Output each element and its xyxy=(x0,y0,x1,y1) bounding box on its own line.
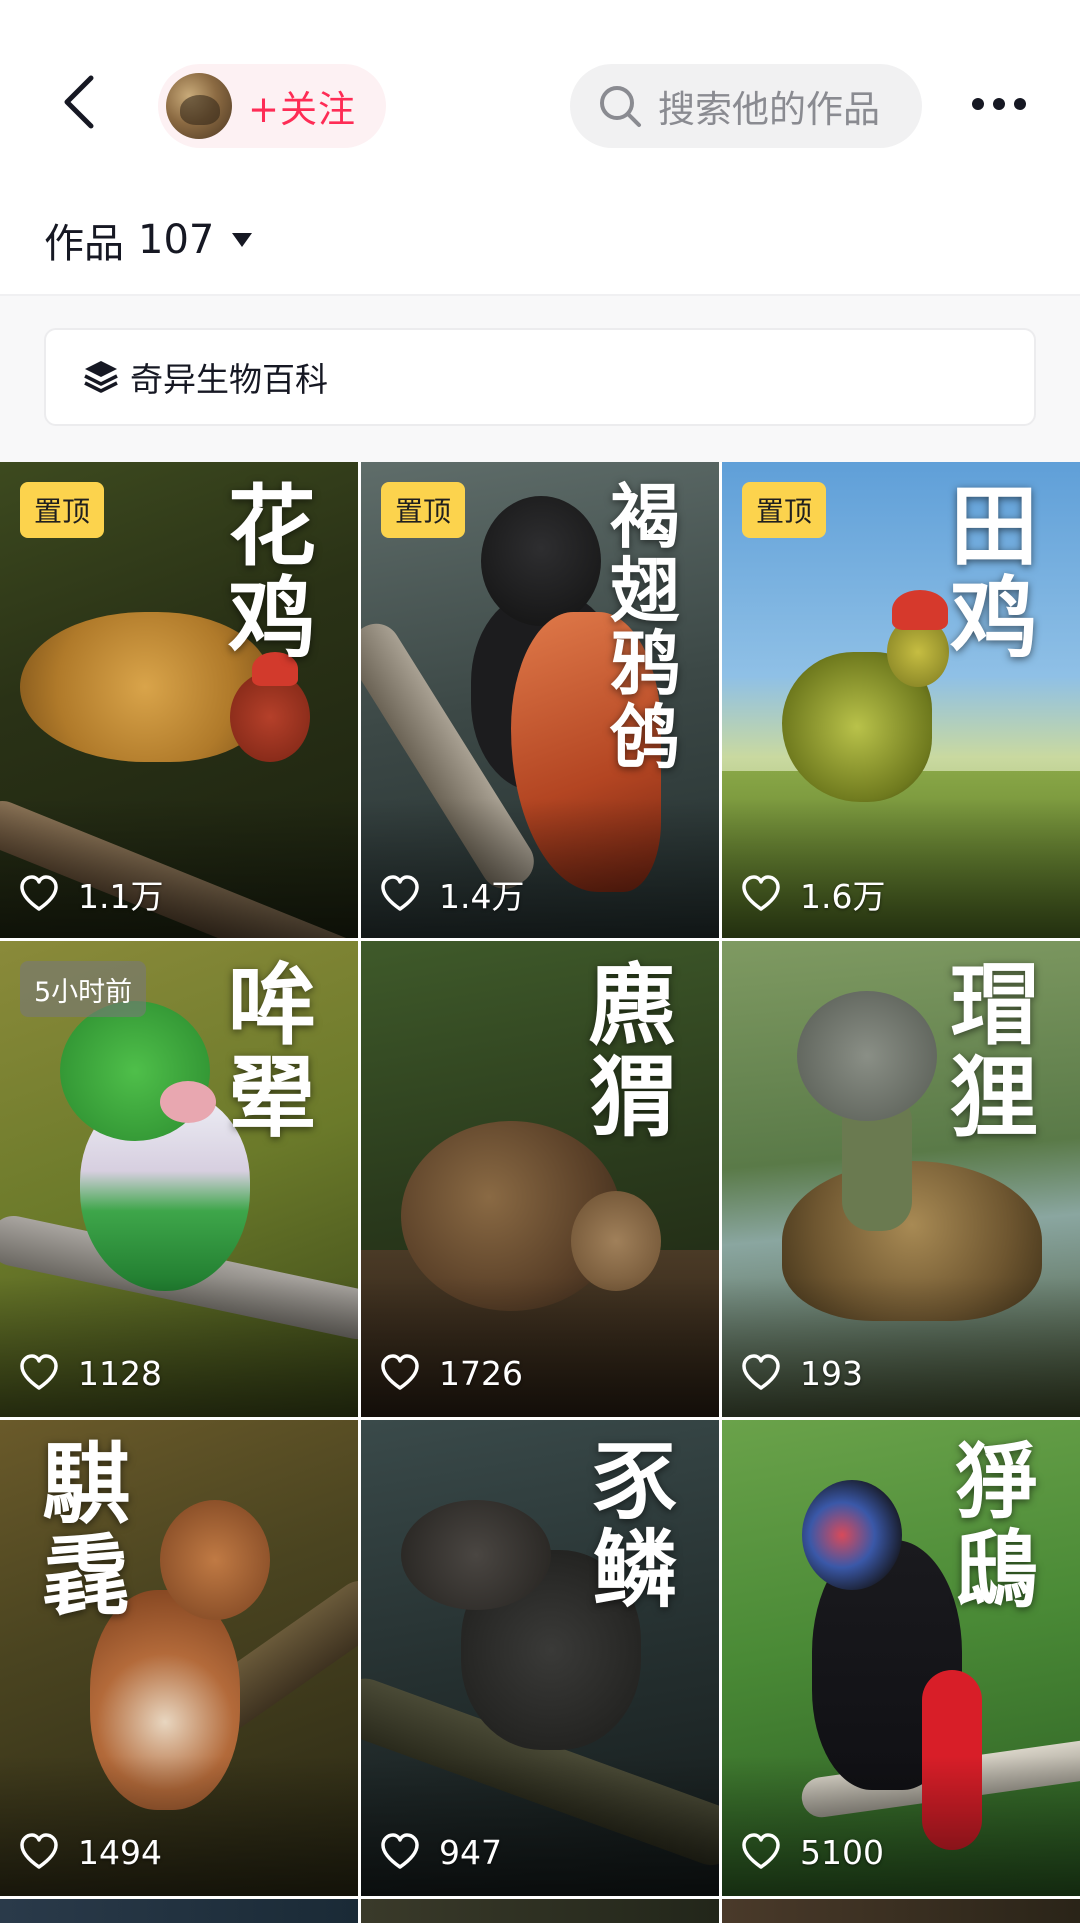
like-count: 1128 xyxy=(18,1345,162,1401)
layers-icon xyxy=(84,361,118,393)
like-count: 1494 xyxy=(18,1824,162,1880)
pinned-badge: 置顶 xyxy=(20,482,105,538)
caret-down-icon xyxy=(232,233,253,247)
creature-head xyxy=(571,1191,661,1291)
post-title: 騏毳 xyxy=(41,1432,130,1629)
post-title: 田鸡 xyxy=(949,474,1038,671)
like-count: 1.4万 xyxy=(379,866,524,922)
post-title: 麃猬 xyxy=(588,953,677,1150)
chevron-left-icon xyxy=(64,75,94,129)
likes-text: 1494 xyxy=(78,1832,162,1872)
back-button[interactable] xyxy=(44,62,114,142)
video-card[interactable]: 豕鳞 947 xyxy=(361,1420,719,1896)
post-title: 瑁狸 xyxy=(949,953,1038,1150)
heart-icon xyxy=(742,1354,780,1390)
works-filter[interactable]: 作品 107 xyxy=(44,210,254,270)
likes-text: 1128 xyxy=(78,1353,162,1393)
likes-text: 5100 xyxy=(800,1832,884,1872)
collection-card[interactable]: 奇异生物百科 xyxy=(44,328,1036,426)
creature-head xyxy=(802,1480,902,1590)
video-card[interactable] xyxy=(0,1899,358,1923)
creature-head xyxy=(401,1500,551,1610)
heart-icon xyxy=(381,1354,419,1390)
pinned-badge: 置顶 xyxy=(742,482,827,538)
likes-text: 1.6万 xyxy=(800,877,886,916)
works-label: 作品 xyxy=(44,221,124,267)
heart-icon xyxy=(742,1833,780,1869)
search-icon xyxy=(600,86,641,127)
likes-text: 1.1万 xyxy=(78,877,164,916)
creature-head xyxy=(797,991,937,1121)
like-count: 1.1万 xyxy=(18,866,163,922)
video-card[interactable]: 田鸡 置顶 1.6万 xyxy=(722,462,1080,938)
creature-head xyxy=(160,1500,270,1620)
heart-icon xyxy=(20,1354,58,1390)
search-placeholder: 搜索他的作品 xyxy=(658,88,880,131)
video-card[interactable]: 瑁狸 193 xyxy=(722,941,1080,1417)
like-count: 1726 xyxy=(379,1345,523,1401)
collection-label: 奇异生物百科 xyxy=(130,360,328,399)
video-card[interactable]: 騏毳 1494 xyxy=(0,1420,358,1896)
video-card[interactable]: 褐翅鸦鸧 置顶 1.4万 xyxy=(361,462,719,938)
like-count: 5100 xyxy=(740,1824,884,1880)
pinned-badge: 置顶 xyxy=(381,482,466,538)
video-card[interactable] xyxy=(361,1899,719,1923)
time-badge: 5小时前 xyxy=(20,961,147,1017)
video-card[interactable]: 哞翚 5小时前 1128 xyxy=(0,941,358,1417)
post-title: 褐翅鸦鸧 xyxy=(610,475,680,779)
follow-button[interactable]: +关注 xyxy=(158,64,386,148)
thumbnail xyxy=(722,1899,1080,1923)
works-count: 107 xyxy=(138,217,215,263)
more-icon xyxy=(972,98,1026,110)
post-title: 花鸡 xyxy=(227,474,316,671)
post-title: 豕鳞 xyxy=(592,1432,677,1620)
thumbnail xyxy=(0,1899,358,1923)
heart-icon xyxy=(381,1833,419,1869)
like-count: 1.6万 xyxy=(740,866,885,922)
avatar[interactable] xyxy=(166,73,232,139)
post-title: 哞翚 xyxy=(227,953,316,1150)
heart-icon xyxy=(20,875,58,911)
more-button[interactable] xyxy=(964,72,1034,136)
video-card[interactable] xyxy=(722,1899,1080,1923)
collection-section: 奇异生物百科 xyxy=(0,296,1080,462)
top-bar: +关注 搜索他的作品 xyxy=(0,0,1080,190)
snout xyxy=(160,1081,216,1123)
creature-head xyxy=(481,496,601,626)
likes-text: 1.4万 xyxy=(439,877,525,916)
follow-label: +关注 xyxy=(248,88,357,131)
likes-text: 947 xyxy=(439,1832,502,1872)
likes-text: 193 xyxy=(800,1353,863,1393)
post-title: 猙鴟 xyxy=(953,1432,1038,1620)
like-count: 947 xyxy=(379,1824,502,1880)
video-card[interactable]: 麃猬 1726 xyxy=(361,941,719,1417)
heart-icon xyxy=(381,875,419,911)
video-card[interactable]: 猙鴟 5100 xyxy=(722,1420,1080,1896)
search-input[interactable]: 搜索他的作品 xyxy=(570,64,922,148)
heart-icon xyxy=(742,875,780,911)
like-count: 193 xyxy=(740,1345,863,1401)
likes-text: 1726 xyxy=(439,1353,523,1393)
heart-icon xyxy=(20,1833,58,1869)
video-grid: 花鸡 置顶 1.1万 褐翅鸦鸧 置顶 1.4万 田鸡 置顶 1.6万 哞翚 5小… xyxy=(0,462,1080,1923)
thumbnail xyxy=(361,1899,719,1923)
video-card[interactable]: 花鸡 置顶 1.1万 xyxy=(0,462,358,938)
